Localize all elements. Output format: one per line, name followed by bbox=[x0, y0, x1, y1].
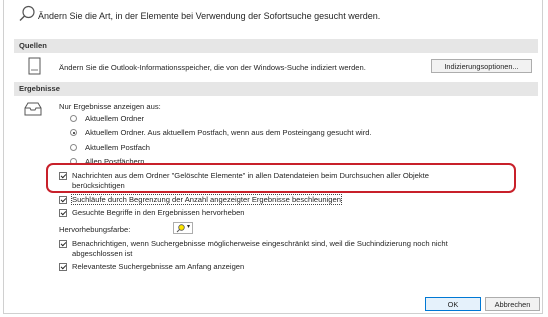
notify-label-line2: abgeschlossen ist bbox=[72, 249, 133, 258]
relevant-first-label: Relevanteste Suchergebnisse am Anfang an… bbox=[72, 262, 245, 271]
highlight-terms-label: Gesuchte Begriffe in den Ergebnissen her… bbox=[72, 208, 245, 217]
radio-current-folder-mailbox[interactable] bbox=[70, 129, 77, 136]
chevron-down-icon: ▾ bbox=[187, 224, 191, 230]
radio-current-folder-mailbox-label: Aktuellem Ordner. Aus aktuellem Postfach… bbox=[85, 128, 372, 137]
radio-current-folder[interactable] bbox=[70, 115, 77, 122]
only-results-label: Nur Ergebnisse anzeigen aus: bbox=[59, 102, 161, 111]
highlight-terms-checkbox[interactable] bbox=[59, 209, 67, 217]
search-icon bbox=[19, 5, 35, 21]
ok-button[interactable]: OK bbox=[425, 297, 481, 311]
header-description: Ändern Sie die Art, in der Elemente bei … bbox=[38, 11, 381, 21]
highlight-color-dropdown[interactable]: ▾ bbox=[173, 222, 193, 234]
radio-current-mailbox[interactable] bbox=[70, 144, 77, 151]
highlight-color-label: Hervorhebungsfarbe: bbox=[59, 225, 131, 234]
red-highlight-box bbox=[46, 163, 516, 193]
relevant-first-checkbox[interactable] bbox=[59, 263, 67, 271]
quellen-description: Ändern Sie die Outlook-Informationsspeic… bbox=[59, 63, 366, 72]
section-quellen: Quellen bbox=[14, 39, 538, 53]
document-icon bbox=[28, 57, 41, 75]
indexing-options-button[interactable]: Indizierungsoptionen... bbox=[431, 59, 532, 73]
search-color-icon bbox=[176, 224, 185, 233]
notify-checkbox[interactable] bbox=[59, 240, 67, 248]
radio-current-mailbox-label: Aktuellem Postfach bbox=[85, 143, 150, 152]
speed-up-label: Suchläufe durch Begrenzung der Anzahl an… bbox=[71, 194, 342, 205]
radio-current-folder-label: Aktuellem Ordner bbox=[85, 114, 145, 123]
speed-up-checkbox[interactable] bbox=[59, 196, 67, 204]
search-options-panel: Ändern Sie die Art, in der Elemente bei … bbox=[3, 0, 543, 314]
cancel-button[interactable]: Abbrechen bbox=[485, 297, 540, 311]
section-ergebnisse: Ergebnisse bbox=[14, 82, 538, 96]
inbox-tray-icon bbox=[24, 102, 42, 116]
notify-label-line1: Benachrichtigen, wenn Suchergebnisse mög… bbox=[72, 239, 448, 248]
